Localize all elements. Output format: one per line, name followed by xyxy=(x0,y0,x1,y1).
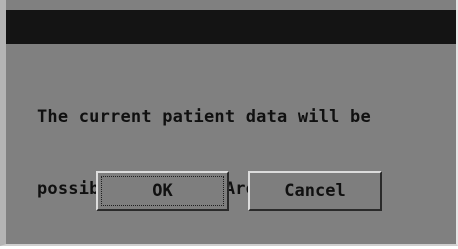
ok-button[interactable]: OK xyxy=(96,171,229,211)
focus-indicator xyxy=(101,176,224,206)
message-line-1: The current patient data will be xyxy=(37,107,371,127)
cancel-button[interactable]: Cancel xyxy=(248,171,382,211)
dialog-titlebar[interactable] xyxy=(6,10,456,44)
dialog-message: The current patient data will be possibl… xyxy=(37,57,437,249)
cancel-button-label: Cancel xyxy=(284,181,346,201)
confirm-dialog: The current patient data will be possibl… xyxy=(0,0,458,246)
